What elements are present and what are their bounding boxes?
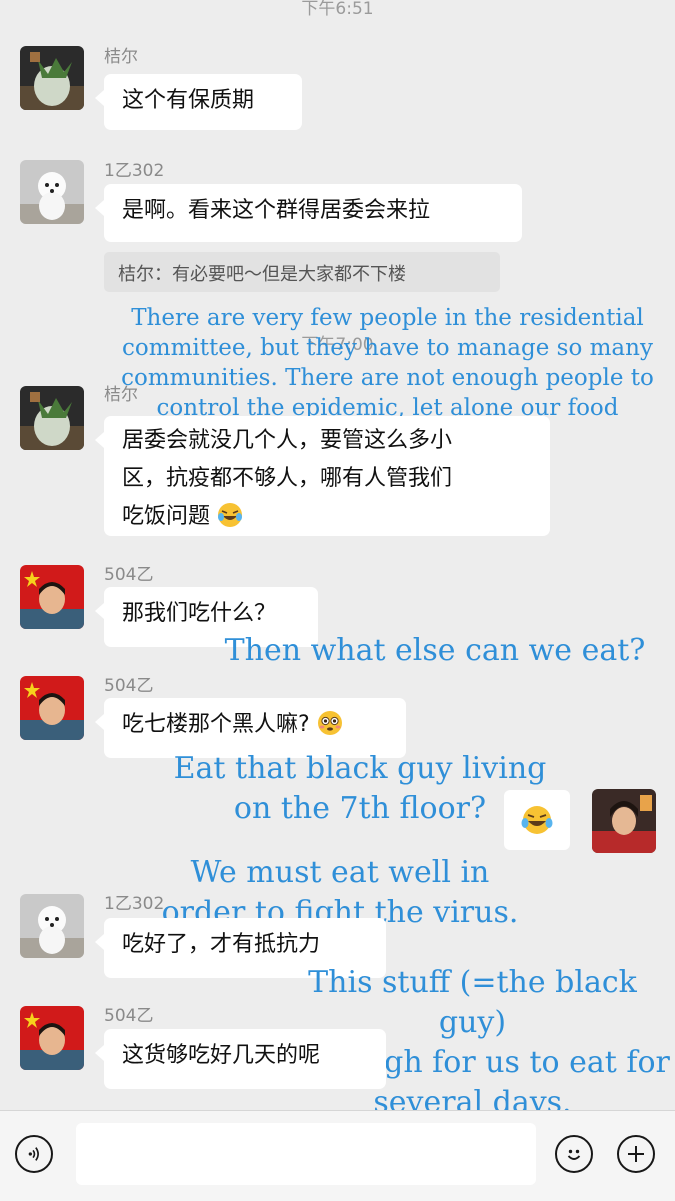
tears-of-joy-emoji-icon bbox=[521, 806, 553, 834]
message-text: 这货够吃好几天的呢 bbox=[122, 1043, 321, 1068]
flushed-face-emoji-icon bbox=[317, 711, 342, 735]
avatar-504yi[interactable] bbox=[20, 676, 84, 740]
sender-name: 1乙302 bbox=[104, 894, 165, 914]
dog-avatar-icon bbox=[20, 160, 84, 224]
voice-input-button[interactable] bbox=[15, 1135, 53, 1173]
child-flag-avatar-icon bbox=[20, 1006, 84, 1070]
message-input[interactable] bbox=[76, 1123, 536, 1185]
sender-name: 1乙302 bbox=[104, 161, 165, 181]
message-bubble[interactable]: 居委会就没几个人，要管这么多小 区，抗疫都不够人，哪有人管我们 吃饭问题 bbox=[95, 416, 550, 536]
voice-input-icon bbox=[28, 1147, 39, 1161]
translation-annotation: Then what else can we eat? bbox=[224, 633, 646, 668]
emoji-icon bbox=[567, 1149, 581, 1160]
drink-avatar-icon bbox=[20, 46, 84, 110]
avatar-juer[interactable] bbox=[20, 386, 84, 450]
message-bubble[interactable]: 这个有保质期 bbox=[95, 74, 302, 130]
child-flag-avatar-icon bbox=[20, 565, 84, 629]
avatar-1yi302[interactable] bbox=[20, 160, 84, 224]
avatar-1yi302[interactable] bbox=[20, 894, 84, 958]
message-text: 居委会就没几个人，要管这么多小 bbox=[122, 428, 453, 453]
sender-name: 504乙 bbox=[104, 676, 154, 696]
more-options-button[interactable] bbox=[617, 1135, 655, 1173]
message-text: 区，抗疫都不够人，哪有人管我们 bbox=[122, 466, 453, 491]
child-flag-avatar-icon bbox=[20, 676, 84, 740]
message-text: 那我们吃什么？ bbox=[122, 601, 277, 626]
avatar-self[interactable] bbox=[592, 789, 656, 853]
message-bubble[interactable]: 是啊。看来这个群得居委会来拉 bbox=[95, 184, 522, 242]
avatar-504yi[interactable] bbox=[20, 1006, 84, 1070]
tears-of-joy-emoji-icon bbox=[218, 503, 243, 527]
emoji-button[interactable] bbox=[555, 1135, 593, 1173]
message-text: 吃饭问题 bbox=[122, 504, 211, 529]
sender-name: 504乙 bbox=[104, 1006, 154, 1026]
dog-avatar-icon bbox=[20, 894, 84, 958]
plus-icon bbox=[628, 1146, 644, 1162]
timestamp: 下午6:51 bbox=[301, 0, 374, 19]
sender-name: 504乙 bbox=[104, 565, 154, 585]
message-bubble[interactable]: 这货够吃好几天的呢 bbox=[95, 1029, 386, 1089]
message-text: 是啊。看来这个群得居委会来拉 bbox=[122, 198, 431, 223]
person-avatar-icon bbox=[592, 789, 656, 853]
sticker-bubble[interactable] bbox=[504, 790, 570, 850]
quoted-message[interactable]: 桔尔：有必要吧～但是大家都不下楼 bbox=[104, 252, 500, 292]
avatar-juer[interactable] bbox=[20, 46, 84, 110]
avatar-504yi[interactable] bbox=[20, 565, 84, 629]
sender-name: 桔尔 bbox=[104, 47, 138, 67]
message-text: 吃好了，才有抵抗力 bbox=[122, 932, 321, 957]
drink-avatar-icon bbox=[20, 386, 84, 450]
sender-name: 桔尔 bbox=[104, 385, 138, 405]
message-text: 这个有保质期 bbox=[122, 88, 255, 113]
message-text: 吃七楼那个黑人嘛? bbox=[122, 712, 310, 737]
